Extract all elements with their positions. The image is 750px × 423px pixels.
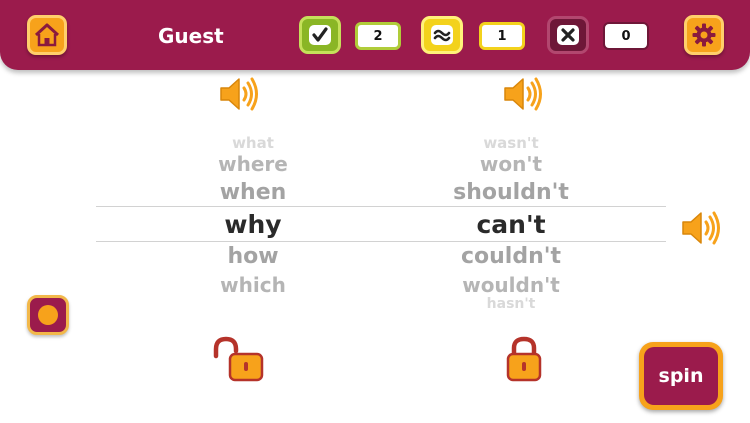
wheel-word: wouldn't	[462, 273, 560, 297]
x-icon	[557, 25, 579, 45]
record-button[interactable]	[27, 295, 69, 335]
wheel-word: how	[227, 244, 279, 269]
record-icon	[38, 305, 58, 325]
user-name: Guest	[158, 24, 224, 48]
wheel-word: couldn't	[460, 244, 562, 269]
wheel-word: which	[220, 273, 286, 297]
correct-count: 2	[355, 22, 401, 50]
left-selected-word: why	[224, 210, 282, 239]
left-unlock-icon[interactable]	[210, 336, 264, 382]
spin-label: spin	[644, 347, 718, 405]
correct-score-icon	[299, 16, 341, 54]
selection-line-top	[96, 206, 666, 207]
approx-icon	[431, 25, 453, 45]
wheel-word: what	[232, 134, 274, 152]
wheel-word: hasn't	[486, 296, 536, 312]
approximate-count: 1	[479, 22, 525, 50]
wrong-score-icon	[547, 16, 589, 54]
home-icon	[34, 23, 60, 47]
wheel-word: wasn't	[483, 134, 539, 152]
right-selected-word: can't	[476, 210, 546, 239]
left-wheel-speaker-icon[interactable]	[218, 74, 260, 114]
right-wheel-speaker-icon[interactable]	[502, 74, 544, 114]
wheel-word: when	[219, 180, 287, 205]
top-bar: Guest 2 1 0	[0, 0, 750, 70]
approximate-score-icon	[421, 16, 463, 54]
wheel-word: won't	[479, 152, 543, 176]
right-lock-icon[interactable]	[502, 336, 556, 382]
settings-button[interactable]	[684, 15, 724, 55]
wheel-word: shouldn't	[453, 180, 569, 205]
spin-button[interactable]: spin	[639, 342, 723, 410]
checkmark-icon	[309, 25, 331, 45]
selection-line-bottom	[96, 241, 666, 242]
wrong-count: 0	[603, 22, 649, 50]
sentence-speaker-icon[interactable]	[680, 208, 722, 248]
home-button[interactable]	[27, 15, 67, 55]
wheel-word: where	[218, 152, 288, 176]
gear-icon	[692, 23, 716, 47]
